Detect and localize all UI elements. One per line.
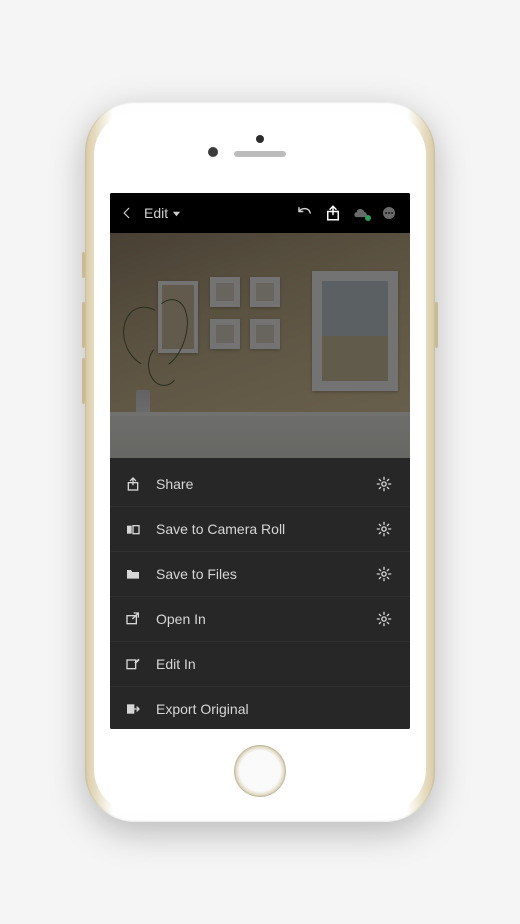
menu-item-label: Share [156,476,362,492]
open-in-icon [124,610,142,628]
mode-label: Edit [144,205,168,221]
menu-item-label: Save to Camera Roll [156,521,362,537]
app-topbar: Edit [110,193,410,233]
share-up-icon [124,475,142,493]
folder-icon [124,565,142,583]
cloud-sync-button[interactable] [350,202,372,224]
menu-item-settings[interactable] [376,611,392,627]
volume-up [82,302,85,348]
mute-switch [82,252,85,278]
share-icon [324,204,342,222]
undo-icon [296,204,314,222]
camera-roll-icon [124,520,142,538]
menu-item-label: Save to Files [156,566,362,582]
menu-item-settings[interactable] [376,476,392,492]
app-screen: Edit [110,193,410,729]
proximity-sensor [256,135,264,143]
gear-icon [376,611,392,627]
dropdown-triangle-icon [172,209,181,218]
gear-icon [376,521,392,537]
more-button[interactable] [378,202,400,224]
dim-overlay [110,233,410,458]
menu-item-open-in[interactable]: Open In [110,597,410,642]
phone-bezel: Edit [94,111,426,813]
menu-item-edit-in[interactable]: Edit In [110,642,410,687]
menu-item-save-files[interactable]: Save to Files [110,552,410,597]
more-icon [380,204,398,222]
back-button[interactable] [116,202,138,224]
menu-item-label: Edit In [156,656,362,672]
menu-item-share[interactable]: Share [110,462,410,507]
edit-in-icon [124,655,142,673]
menu-item-export-original[interactable]: Export Original [110,687,410,729]
earpiece-speaker [234,151,286,157]
photo-preview[interactable] [110,233,410,458]
export-original-icon [124,700,142,718]
gear-icon [376,566,392,582]
gear-icon [376,476,392,492]
volume-down [82,358,85,404]
front-camera [208,147,218,157]
phone-chassis: Edit [85,102,435,822]
home-button[interactable] [234,745,286,797]
share-button[interactable] [322,202,344,224]
share-menu: Share Save to C [110,458,410,729]
sync-status-dot [365,215,371,221]
menu-item-label: Open In [156,611,362,627]
menu-item-label: Export Original [156,701,362,717]
menu-item-settings[interactable] [376,521,392,537]
menu-item-camera-roll[interactable]: Save to Camera Roll [110,507,410,552]
undo-button[interactable] [294,202,316,224]
chevron-left-icon [120,206,134,220]
menu-item-settings[interactable] [376,566,392,582]
power-button [435,302,438,348]
mode-dropdown[interactable]: Edit [144,205,181,221]
